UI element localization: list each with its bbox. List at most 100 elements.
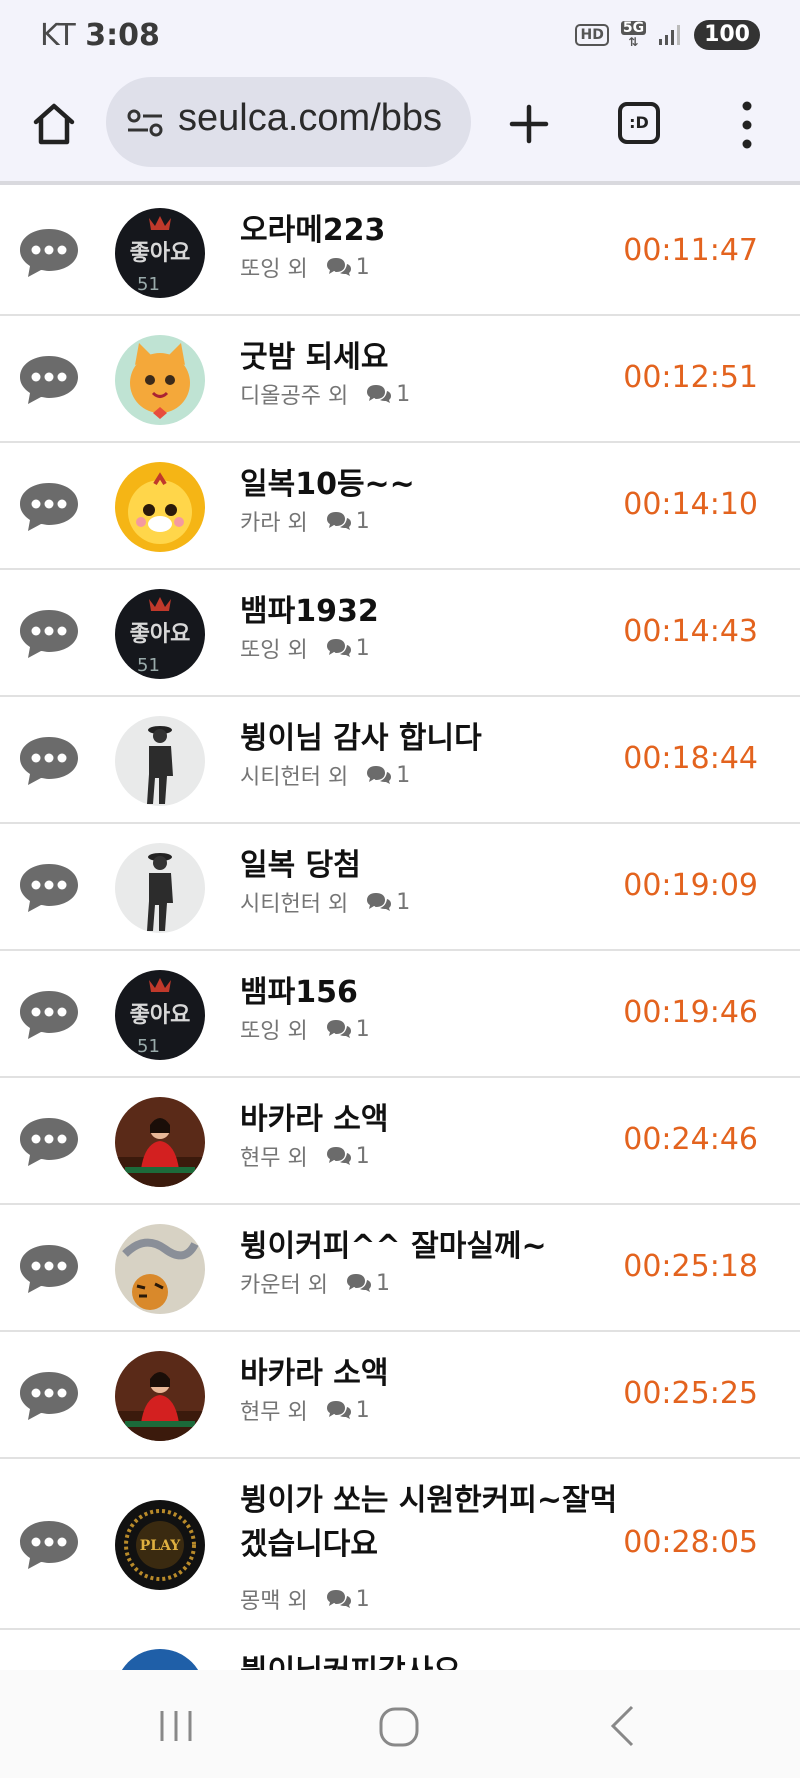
author-avatar[interactable] — [115, 1649, 205, 1670]
svg-text:51: 51 — [137, 655, 160, 676]
post-row[interactable]: 좋아요 51 오라메223 또잉 외 1 00:11:47 — [0, 189, 800, 316]
author-avatar[interactable] — [115, 335, 205, 425]
post-row[interactable]: 좋아요 51 뱀파1932 또잉 외 1 00:14:43 — [0, 570, 800, 697]
browser-toolbar: seulca.com/bbs :D — [0, 70, 800, 185]
post-row[interactable]: 일복 당첨 시티헌터 외 1 00:19:09 — [0, 824, 800, 951]
post-author: 현무 외 — [240, 1400, 308, 1425]
post-title[interactable]: 바카라 소액 — [240, 1098, 620, 1142]
post-time: 00:12:51 — [623, 360, 758, 395]
post-author: 또잉 외 — [240, 638, 308, 663]
post-title[interactable]: 바카라 소액 — [240, 1352, 620, 1396]
svg-text:PLAY: PLAY — [140, 1538, 182, 1554]
back-icon[interactable] — [608, 1704, 636, 1748]
post-time: 00:24:46 — [623, 1122, 758, 1157]
author-avatar[interactable] — [115, 1351, 205, 1441]
post-title[interactable]: 일복10등~~ — [240, 463, 620, 507]
home-icon[interactable] — [30, 100, 78, 148]
chat-bubble-icon — [20, 864, 78, 912]
post-meta: 또잉 외 1 — [240, 1013, 370, 1045]
post-meta: 디올공주 외 1 — [240, 378, 410, 410]
post-title[interactable]: 뱀파1932 — [240, 590, 620, 634]
post-time: 00:25:25 — [623, 1376, 758, 1411]
recent-apps-icon[interactable] — [158, 1708, 194, 1744]
chat-bubble-icon — [20, 1521, 78, 1569]
comment-icon — [326, 1020, 351, 1038]
post-time: 00:14:43 — [623, 614, 758, 649]
chat-bubble-icon — [20, 991, 78, 1039]
comment-count: 1 — [355, 254, 370, 280]
post-time: 00:18:44 — [623, 741, 758, 776]
post-time: 00:19:09 — [623, 868, 758, 903]
comment-count: 1 — [375, 1270, 390, 1296]
comment-icon — [326, 1401, 351, 1419]
svg-text:좋아요: 좋아요 — [130, 241, 191, 266]
author-avatar[interactable] — [115, 716, 205, 806]
post-title[interactable]: 일복 당첨 — [240, 844, 620, 888]
comment-count: 1 — [355, 1586, 370, 1612]
carrier-clock: KT 3:08 — [40, 18, 160, 53]
post-author: 몽맥 외 — [240, 1589, 308, 1614]
post-row[interactable]: 굿밤 되세요 디올공주 외 1 00:12:51 — [0, 316, 800, 443]
post-title[interactable]: 뷩이커피^^ 잘마실께~ — [240, 1225, 620, 1269]
comment-count: 1 — [355, 1397, 370, 1423]
comment-icon — [326, 1147, 351, 1165]
post-title[interactable]: 굿밤 되세요 — [240, 336, 620, 380]
tab-switcher-button[interactable]: :D — [618, 102, 660, 144]
comment-count: 1 — [396, 762, 411, 788]
post-row[interactable]: 바카라 소액 현무 외 1 00:24:46 — [0, 1078, 800, 1205]
post-row[interactable]: PLAY 뷩이가 쏘는 시원한커피~잘먹겠습니다요몽맥 외 1 00:28:05 — [0, 1459, 800, 1630]
network-type-label: 5G — [620, 20, 647, 36]
post-title[interactable]: 뷩이가 쏘는 시원한커피~잘먹겠습니다요 — [240, 1479, 620, 1567]
carrier-label: KT — [40, 18, 76, 53]
author-avatar[interactable] — [115, 462, 205, 552]
post-title[interactable]: 뷩이님 감사 합니다 — [240, 717, 620, 761]
clock: 3:08 — [85, 18, 160, 53]
post-meta: 현무 외 1 — [240, 1140, 370, 1172]
chat-bubble-icon — [20, 483, 78, 531]
author-avatar[interactable] — [115, 843, 205, 933]
signal-icon — [659, 25, 681, 45]
post-row[interactable]: 일복10등~~ 카라 외 1 00:14:10 — [0, 443, 800, 570]
site-settings-icon[interactable] — [126, 107, 166, 139]
post-meta: 카운터 외 1 — [240, 1267, 390, 1299]
url-text[interactable]: seulca.com/bbs — [178, 97, 463, 140]
comment-count: 1 — [355, 508, 370, 534]
post-meta: 카라 외 1 — [240, 505, 370, 537]
status-icons: HD 5G ⇅ 100 — [575, 20, 760, 50]
post-title[interactable]: 오라메223 — [240, 209, 620, 253]
author-avatar[interactable]: 좋아요 51 — [115, 208, 205, 298]
post-author: 시티헌터 외 — [240, 892, 349, 917]
post-row[interactable]: 뷩이님 감사 합니다 시티헌터 외 1 00:18:44 — [0, 697, 800, 824]
post-title[interactable]: 뷩이님커피감사요 — [240, 1650, 620, 1670]
svg-text:좋아요: 좋아요 — [130, 1003, 191, 1028]
chat-bubble-icon — [20, 1118, 78, 1166]
post-author: 디올공주 외 — [240, 384, 349, 409]
comment-count: 1 — [355, 635, 370, 661]
post-row[interactable]: 뷩이님커피감사요 — [0, 1630, 800, 1670]
author-avatar[interactable] — [115, 1097, 205, 1187]
post-row[interactable]: 좋아요 51 뱀파156 또잉 외 1 00:19:46 — [0, 951, 800, 1078]
post-author: 또잉 외 — [240, 1019, 308, 1044]
author-avatar[interactable]: 좋아요 51 — [115, 589, 205, 679]
post-row[interactable]: 뷩이커피^^ 잘마실께~ 카운터 외 1 00:25:18 — [0, 1205, 800, 1332]
more-menu-icon[interactable] — [740, 100, 754, 150]
chat-bubble-icon — [20, 610, 78, 658]
post-title[interactable]: 뱀파156 — [240, 971, 620, 1015]
comment-count: 1 — [355, 1143, 370, 1169]
author-avatar[interactable] — [115, 1224, 205, 1314]
post-meta: 몽맥 외 1 — [240, 1583, 370, 1615]
post-meta: 시티헌터 외 1 — [240, 886, 410, 918]
comment-icon — [367, 893, 392, 911]
post-author: 카라 외 — [240, 511, 308, 536]
address-bar[interactable]: seulca.com/bbs — [106, 77, 471, 167]
author-avatar[interactable]: PLAY — [115, 1500, 205, 1590]
battery-indicator: 100 — [694, 20, 760, 50]
post-time: 00:11:47 — [623, 233, 758, 268]
post-row[interactable]: 바카라 소액현무 외 1 00:25:25 — [0, 1332, 800, 1459]
new-tab-icon[interactable] — [508, 103, 550, 145]
system-navigation-bar — [0, 1670, 800, 1778]
comment-icon — [367, 766, 392, 784]
author-avatar[interactable]: 좋아요 51 — [115, 970, 205, 1060]
home-nav-icon[interactable] — [378, 1706, 420, 1748]
post-time: 00:28:05 — [623, 1525, 758, 1560]
